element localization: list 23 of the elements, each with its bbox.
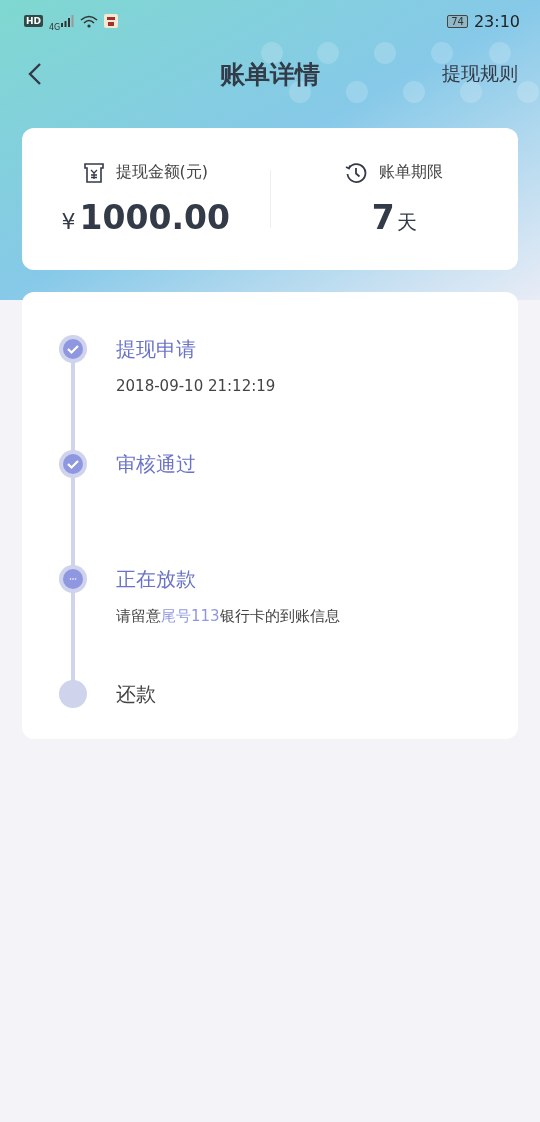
summary-value: 7 bbox=[371, 197, 395, 237]
step-title: 还款 bbox=[116, 681, 156, 708]
clock-icon bbox=[345, 161, 368, 184]
step-title: 正在放款 bbox=[116, 566, 197, 593]
hd-icon: HD bbox=[24, 15, 43, 27]
summary-label: 账单期限 bbox=[379, 162, 444, 183]
back-icon bbox=[28, 62, 42, 86]
page-title: 账单详情 bbox=[220, 58, 320, 91]
signal-icon bbox=[60, 15, 75, 27]
network-label: 4G bbox=[49, 22, 61, 32]
summary-label: 提现金额(元) bbox=[115, 162, 208, 183]
wifi-icon bbox=[80, 14, 99, 28]
app-icon bbox=[104, 14, 119, 28]
step-title: 提现申请 bbox=[116, 336, 197, 363]
summary-value: 1000.00 bbox=[79, 197, 230, 237]
step-detail: 2018-09-10 21:12:19 bbox=[116, 377, 276, 395]
currency-sign: ¥ bbox=[61, 208, 76, 234]
unit-label: 天 bbox=[396, 208, 417, 236]
step-title: 审核通过 bbox=[116, 451, 196, 478]
step-detail: 请留意尾号113银行卡的到账信息 bbox=[116, 607, 340, 626]
clock-time: 23:10 bbox=[473, 11, 520, 31]
rules-link[interactable]: 提现规则 bbox=[442, 61, 518, 87]
cash-register-icon bbox=[83, 161, 104, 184]
